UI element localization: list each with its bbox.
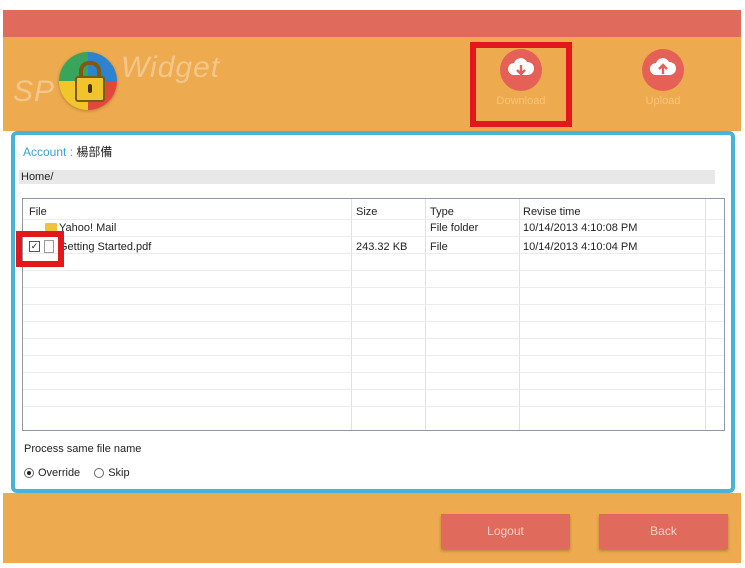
row-divider xyxy=(23,270,724,271)
account-label: Account : xyxy=(23,145,77,159)
download-button[interactable]: Download xyxy=(486,49,556,109)
account-name: 楊部備 xyxy=(76,145,113,159)
file-list-table[interactable]: File Size Type Revise time Yahoo! Mail F… xyxy=(22,198,725,431)
account-line: Account : 楊部備 xyxy=(23,143,112,160)
upload-label: Upload xyxy=(645,95,681,107)
process-options: Override Skip xyxy=(24,467,144,479)
override-label: Override xyxy=(38,467,81,479)
file-type: File folder xyxy=(430,222,479,234)
row-divider xyxy=(23,372,724,373)
column-header-type[interactable]: Type xyxy=(430,205,454,219)
row-divider xyxy=(23,219,724,220)
column-header-revise-time[interactable]: Revise time xyxy=(523,205,580,219)
override-radio[interactable] xyxy=(24,468,34,478)
file-browser-panel: Account : 楊部備 Home/ File Size Type Revis… xyxy=(11,131,735,493)
file-revise-time: 10/14/2013 4:10:04 PM xyxy=(523,241,638,253)
document-icon xyxy=(44,240,54,253)
column-header-file[interactable]: File xyxy=(29,205,47,219)
row-divider xyxy=(23,338,724,339)
row-divider xyxy=(23,236,724,237)
process-same-file-label: Process same file name xyxy=(24,443,142,455)
padlock-logo-icon xyxy=(59,52,117,110)
logout-button[interactable]: Logout xyxy=(441,514,570,549)
file-type: File xyxy=(430,241,448,253)
top-strip xyxy=(3,10,741,37)
row-divider xyxy=(23,355,724,356)
column-divider xyxy=(425,199,426,430)
folder-icon xyxy=(45,223,57,232)
row-divider xyxy=(23,287,724,288)
row-divider xyxy=(23,406,724,407)
column-divider xyxy=(519,199,520,430)
sp-widget-window: SP Widget Download Upload Account: 楊部備 … xyxy=(0,0,745,568)
file-name[interactable]: Getting Started.pdf xyxy=(59,240,151,254)
logo-suffix: Widget xyxy=(121,51,221,84)
padlock-body xyxy=(75,76,105,102)
header-bar: SP Widget Download Upload xyxy=(3,37,741,131)
download-label: Download xyxy=(496,95,546,107)
column-divider xyxy=(351,199,352,430)
keyhole xyxy=(88,84,92,93)
file-size: 243.32 KB xyxy=(356,241,408,253)
column-header-size[interactable]: Size xyxy=(356,205,377,219)
path-breadcrumb: Home/ xyxy=(19,170,715,184)
cloud-download-icon xyxy=(500,49,542,91)
footer-bar: Logout Back xyxy=(3,493,741,563)
back-button[interactable]: Back xyxy=(599,514,728,549)
override-option[interactable]: Override xyxy=(24,467,80,479)
row-divider xyxy=(23,389,724,390)
row-divider xyxy=(23,304,724,305)
logo-prefix: SP xyxy=(13,75,56,108)
skip-radio[interactable] xyxy=(94,468,105,478)
skip-label: Skip xyxy=(108,467,130,479)
file-revise-time: 10/14/2013 4:10:08 PM xyxy=(523,222,638,234)
column-divider xyxy=(705,199,706,430)
skip-option[interactable]: Skip xyxy=(94,467,130,479)
cloud-upload-icon xyxy=(642,49,684,91)
file-checkbox[interactable]: ✓ xyxy=(29,241,40,252)
file-name[interactable]: Yahoo! Mail xyxy=(59,221,116,235)
upload-button[interactable]: Upload xyxy=(628,49,698,109)
row-divider xyxy=(23,321,724,322)
